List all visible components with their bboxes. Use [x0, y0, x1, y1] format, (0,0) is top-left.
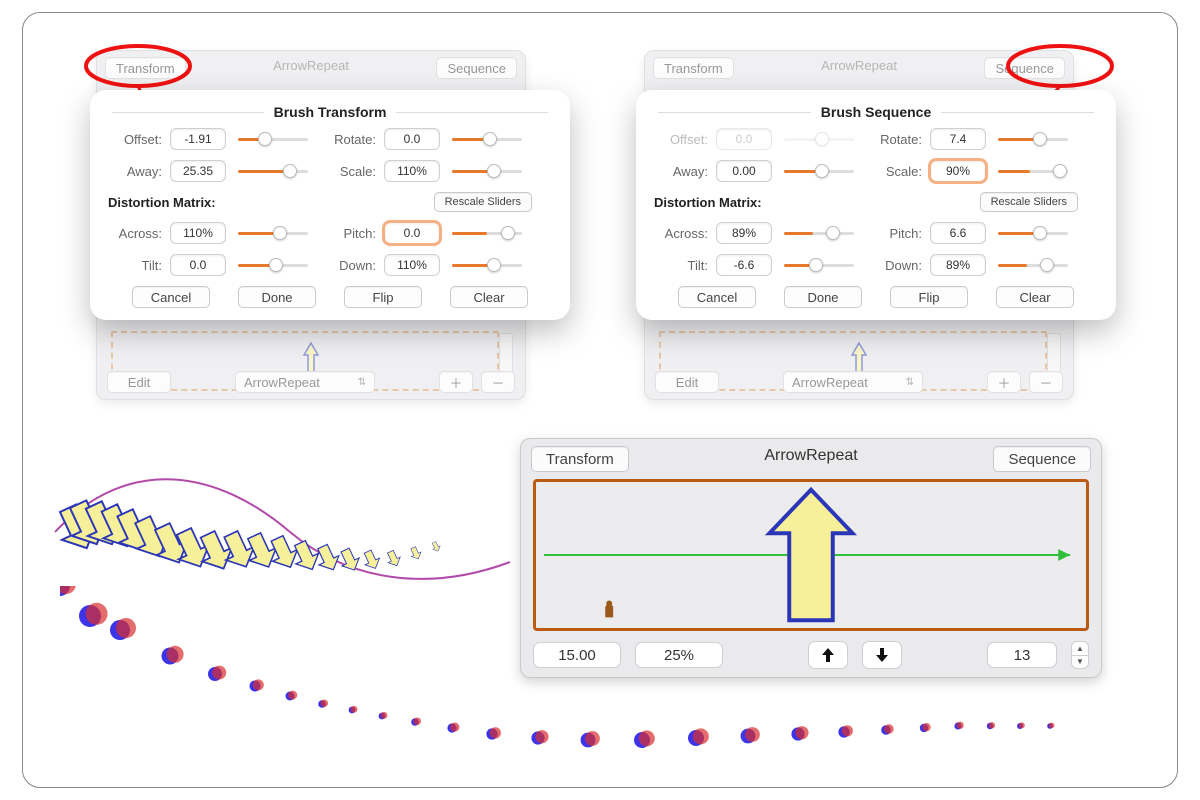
- away-label: Away:: [654, 164, 708, 179]
- cancel-button[interactable]: Cancel: [132, 286, 210, 308]
- tilt-label: Tilt:: [654, 258, 708, 273]
- tilt-field[interactable]: 0.0: [170, 254, 226, 276]
- arrow-down-icon: [875, 647, 889, 663]
- pitch-field[interactable]: 6.6: [930, 222, 986, 244]
- rotate-label: Rotate:: [326, 132, 376, 147]
- across-field[interactable]: 110%: [170, 222, 226, 244]
- chevron-down-icon: ▼: [1072, 656, 1088, 669]
- rotate-label: Rotate:: [872, 132, 922, 147]
- brush-canvas[interactable]: [533, 479, 1089, 631]
- arrow-up-icon: [821, 647, 835, 663]
- offset-slider[interactable]: [238, 129, 308, 149]
- popup-title: Brush Sequence: [821, 104, 931, 120]
- add-button[interactable]: ＋: [439, 371, 473, 393]
- down-label: Down:: [326, 258, 376, 273]
- scale-slider[interactable]: [452, 161, 522, 181]
- across-slider[interactable]: [784, 223, 854, 243]
- cancel-button[interactable]: Cancel: [678, 286, 756, 308]
- offset-slider: [784, 129, 854, 149]
- away-slider[interactable]: [784, 161, 854, 181]
- arrowrepeat-panel: Transform Sequence ArrowRepeat 15.: [520, 438, 1102, 678]
- away-slider[interactable]: [238, 161, 308, 181]
- pitch-slider[interactable]: [452, 223, 522, 243]
- tilt-label: Tilt:: [108, 258, 162, 273]
- brush-canvas-svg: [536, 482, 1086, 628]
- rotate-slider[interactable]: [998, 129, 1068, 149]
- chevron-up-icon: ▲: [1072, 642, 1088, 656]
- down-field[interactable]: 89%: [930, 254, 986, 276]
- move-up-button[interactable]: [808, 641, 848, 669]
- offset-label: Offset:: [654, 132, 708, 147]
- count-field[interactable]: 13: [987, 642, 1057, 668]
- brush-dropdown[interactable]: ArrowRepeat ⇅: [235, 371, 375, 393]
- done-button[interactable]: Done: [784, 286, 862, 308]
- scale-field[interactable]: 90%: [930, 160, 986, 182]
- panel-title: ArrowRepeat: [97, 58, 525, 73]
- across-slider[interactable]: [238, 223, 308, 243]
- brush-dropdown[interactable]: ArrowRepeat ⇅: [783, 371, 923, 393]
- scale-label: Scale:: [872, 164, 922, 179]
- across-label: Across:: [108, 226, 162, 241]
- pitch-label: Pitch:: [872, 226, 922, 241]
- add-button[interactable]: ＋: [987, 371, 1021, 393]
- move-down-button[interactable]: [862, 641, 902, 669]
- remove-button[interactable]: －: [1029, 371, 1063, 393]
- done-button[interactable]: Done: [238, 286, 316, 308]
- tilt-slider[interactable]: [238, 255, 308, 275]
- away-label: Away:: [108, 164, 162, 179]
- tilt-field[interactable]: -6.6: [716, 254, 772, 276]
- scale-field[interactable]: 110%: [384, 160, 440, 182]
- brush-sequence-popup: Brush Sequence Offset: 0.0 Rotate: 7.4 A…: [636, 90, 1116, 320]
- flip-button[interactable]: Flip: [344, 286, 422, 308]
- down-slider[interactable]: [998, 255, 1068, 275]
- rotate-field[interactable]: 0.0: [384, 128, 440, 150]
- chevron-updown-icon: ⇅: [906, 377, 914, 388]
- offset-field: 0.0: [716, 128, 772, 150]
- clear-button[interactable]: Clear: [996, 286, 1074, 308]
- down-label: Down:: [872, 258, 922, 273]
- pitch-label: Pitch:: [326, 226, 376, 241]
- popup-title: Brush Transform: [274, 104, 387, 120]
- brush-transform-popup: Brush Transform Offset: -1.91 Rotate: 0.…: [90, 90, 570, 320]
- pitch-slider[interactable]: [998, 223, 1068, 243]
- rotate-slider[interactable]: [452, 129, 522, 149]
- scale-label: Scale:: [326, 164, 376, 179]
- brush-dropdown-label: ArrowRepeat: [244, 375, 320, 390]
- scale-field[interactable]: 25%: [635, 642, 723, 668]
- scale-slider[interactable]: [998, 161, 1068, 181]
- pitch-field[interactable]: 0.0: [384, 222, 440, 244]
- panel-title: ArrowRepeat: [645, 58, 1073, 73]
- across-field[interactable]: 89%: [716, 222, 772, 244]
- offset-label: Offset:: [108, 132, 162, 147]
- spacing-field[interactable]: 15.00: [533, 642, 621, 668]
- tilt-slider[interactable]: [784, 255, 854, 275]
- offset-field[interactable]: -1.91: [170, 128, 226, 150]
- rotate-field[interactable]: 7.4: [930, 128, 986, 150]
- rescale-sliders-button[interactable]: Rescale Sliders: [980, 192, 1078, 212]
- away-field[interactable]: 0.00: [716, 160, 772, 182]
- brush-dropdown-label: ArrowRepeat: [792, 375, 868, 390]
- flip-button[interactable]: Flip: [890, 286, 968, 308]
- rescale-sliders-button[interactable]: Rescale Sliders: [434, 192, 532, 212]
- panel-title: ArrowRepeat: [521, 447, 1101, 465]
- distortion-matrix-label: Distortion Matrix:: [654, 195, 864, 210]
- down-field[interactable]: 110%: [384, 254, 440, 276]
- away-field[interactable]: 25.35: [170, 160, 226, 182]
- across-label: Across:: [654, 226, 708, 241]
- edit-button[interactable]: Edit: [655, 371, 719, 393]
- chevron-updown-icon: ⇅: [358, 377, 366, 388]
- edit-button[interactable]: Edit: [107, 371, 171, 393]
- remove-button[interactable]: －: [481, 371, 515, 393]
- distortion-matrix-label: Distortion Matrix:: [108, 195, 318, 210]
- count-stepper[interactable]: ▲ ▼: [1071, 641, 1089, 669]
- down-slider[interactable]: [452, 255, 522, 275]
- clear-button[interactable]: Clear: [450, 286, 528, 308]
